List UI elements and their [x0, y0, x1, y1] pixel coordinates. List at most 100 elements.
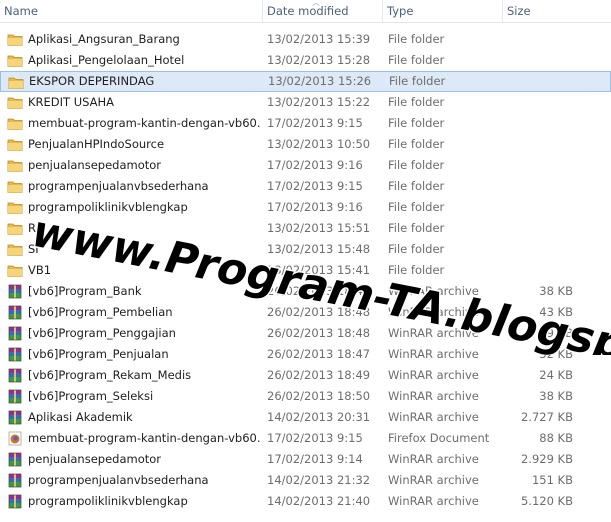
- file-name: Aplikasi_Pengelolaan_Hotel: [28, 53, 185, 67]
- file-date-modified: 26/02/2013 18:50: [267, 389, 371, 403]
- file-size: 32 KB: [539, 347, 573, 361]
- file-type: WinRAR archive: [388, 494, 479, 508]
- file-type: WinRAR archive: [388, 473, 479, 487]
- winrar-archive-icon: [7, 305, 23, 320]
- file-row[interactable]: penjualansepedamotor 17/02/2013 9:14 WinRA…: [0, 449, 611, 470]
- file-row[interactable]: R 13/02/2013 15:51 File folder: [0, 218, 611, 239]
- folder-icon: [7, 221, 23, 236]
- folder-icon: [7, 158, 23, 173]
- file-row[interactable]: penjualansepedamotor 17/02/2013 9:16 File …: [0, 155, 611, 176]
- folder-icon: [7, 137, 23, 152]
- file-size: 5.120 KB: [520, 494, 573, 508]
- file-size: 2.929 KB: [520, 452, 573, 466]
- file-row[interactable]: Aplikasi_Pengelolaan_Hotel 13/02/2013 15:…: [0, 50, 611, 71]
- file-row[interactable]: KREDIT USAHA 13/02/2013 15:22 File folder: [0, 92, 611, 113]
- file-type: WinRAR archive: [388, 389, 479, 403]
- file-date-modified: 14/02/2013 21:32: [267, 473, 371, 487]
- winrar-archive-icon: [7, 410, 23, 425]
- winrar-archive-icon: [7, 473, 23, 488]
- column-type-header[interactable]: Type: [383, 0, 503, 22]
- file-row[interactable]: programpenjualanvbsederhana 14/02/2013 21…: [0, 470, 611, 491]
- file-row[interactable]: [vb6]Program_Penjualan 26/02/2013 18:47 Wi…: [0, 344, 611, 365]
- file-type: WinRAR archive: [388, 452, 479, 466]
- file-row[interactable]: Aplikasi Akademik 14/02/2013 20:31 WinRAR …: [0, 407, 611, 428]
- file-date-modified: 13/02/2013 15:22: [267, 95, 371, 109]
- column-name-header[interactable]: Name: [0, 0, 263, 22]
- file-name: PenjualanHPIndoSource: [28, 137, 165, 151]
- file-size: 38 KB: [539, 284, 573, 298]
- file-row[interactable]: programpenjualanvbsederhana 17/02/2013 9:…: [0, 176, 611, 197]
- file-name: membuat-program-kantin-dengan-vb60...: [28, 116, 260, 130]
- file-type: File folder: [388, 137, 445, 151]
- file-name: R: [28, 221, 36, 235]
- winrar-archive-icon: [7, 326, 23, 341]
- file-date-modified: 17/02/2013 9:15: [267, 179, 363, 193]
- file-date-modified: 26/02/2013 18:48: [267, 284, 371, 298]
- folder-icon: [7, 116, 23, 131]
- file-row[interactable]: [vb6]Program_Rekam_Medis 26/02/2013 18:49…: [0, 365, 611, 386]
- file-name: membuat-program-kantin-dengan-vb60...: [28, 431, 260, 445]
- file-type: File folder: [388, 179, 445, 193]
- file-row[interactable]: Aplikasi_Angsuran_Barang 13/02/2013 15:39…: [0, 29, 611, 50]
- file-type: WinRAR archive: [388, 284, 479, 298]
- file-type: Firefox Document: [388, 431, 490, 445]
- file-date-modified: 17/02/2013 9:15: [267, 116, 363, 130]
- file-type: WinRAR archive: [388, 305, 479, 319]
- firefox-document-icon: [7, 431, 23, 446]
- file-size: 24 KB: [539, 368, 573, 382]
- file-row[interactable]: programpoliklinikvblengkap 14/02/2013 21:…: [0, 491, 611, 512]
- file-date-modified: 14/02/2013 20:31: [267, 410, 371, 424]
- file-size: 38 KB: [539, 389, 573, 403]
- file-name: [vb6]Program_Pembelian: [28, 305, 173, 319]
- file-row[interactable]: [vb6]Program_Penggajian 26/02/2013 18:48 W…: [0, 323, 611, 344]
- file-date-modified: 13/02/2013 15:39: [267, 32, 371, 46]
- file-date-modified: 17/02/2013 9:14: [267, 452, 363, 466]
- folder-icon: [7, 53, 23, 68]
- file-date-modified: 13/02/2013 10:50: [267, 137, 371, 151]
- folder-icon: [7, 32, 23, 47]
- file-name: EKSPOR DEPERINDAG: [29, 74, 155, 88]
- file-row[interactable]: PenjualanHPIndoSource 13/02/2013 10:50 Fil…: [0, 134, 611, 155]
- file-row[interactable]: [vb6]Program_Pembelian 26/02/2013 18:48 Wi…: [0, 302, 611, 323]
- folder-icon: [7, 200, 23, 215]
- column-header: Name ︿ Date modified Type Size: [0, 0, 611, 23]
- file-type: File folder: [388, 221, 445, 235]
- file-row[interactable]: programpoliklinikvblengkap 17/02/2013 9:1…: [0, 197, 611, 218]
- file-name: programpenjualanvbsederhana: [28, 473, 209, 487]
- file-name: [vb6]Program_Penggajian: [28, 326, 176, 340]
- file-row[interactable]: membuat-program-kantin-dengan-vb60... 17/…: [0, 428, 611, 449]
- file-date-modified: 17/02/2013 9:15: [267, 431, 363, 445]
- file-date-modified: 26/02/2013 18:48: [267, 326, 371, 340]
- file-type: File folder: [388, 53, 445, 67]
- file-row[interactable]: [vb6]Program_Bank 26/02/2013 18:48 WinRAR …: [0, 281, 611, 302]
- winrar-archive-icon: [7, 494, 23, 509]
- file-type: File folder: [388, 95, 445, 109]
- column-size-header[interactable]: Size: [503, 0, 611, 22]
- file-type: File folder: [388, 200, 445, 214]
- winrar-archive-icon: [7, 284, 23, 299]
- file-date-modified: 17/02/2013 9:16: [267, 158, 363, 172]
- file-type: WinRAR archive: [388, 410, 479, 424]
- file-list: Aplikasi_Angsuran_Barang 13/02/2013 15:39…: [0, 29, 611, 512]
- file-row[interactable]: SI 13/02/2013 15:48 File folder: [0, 239, 611, 260]
- file-row[interactable]: EKSPOR DEPERINDAG 13/02/2013 15:26 File fo…: [0, 71, 611, 92]
- file-type: File folder: [388, 32, 445, 46]
- column-date-header[interactable]: Date modified: [263, 0, 383, 22]
- file-type: File folder: [388, 158, 445, 172]
- file-date-modified: 26/02/2013 18:47: [267, 347, 371, 361]
- file-date-modified: 26/02/2013 18:49: [267, 368, 371, 382]
- file-row[interactable]: VB1 13/02/2013 15:41 File folder: [0, 260, 611, 281]
- file-name: [vb6]Program_Rekam_Medis: [28, 368, 192, 382]
- file-row[interactable]: membuat-program-kantin-dengan-vb60... 17/…: [0, 113, 611, 134]
- file-size: 29 KB: [539, 326, 573, 340]
- file-size: 2.727 KB: [520, 410, 573, 424]
- file-date-modified: 13/02/2013 15:48: [267, 242, 371, 256]
- file-date-modified: 13/02/2013 15:41: [267, 263, 371, 277]
- file-type: File folder: [388, 263, 445, 277]
- file-date-modified: 13/02/2013 15:26: [268, 74, 372, 88]
- file-type: WinRAR archive: [388, 368, 479, 382]
- folder-icon: [7, 179, 23, 194]
- file-row[interactable]: [vb6]Program_Seleksi 26/02/2013 18:50 WinR…: [0, 386, 611, 407]
- file-name: programpoliklinikvblengkap: [28, 494, 188, 508]
- file-date-modified: 13/02/2013 15:51: [267, 221, 371, 235]
